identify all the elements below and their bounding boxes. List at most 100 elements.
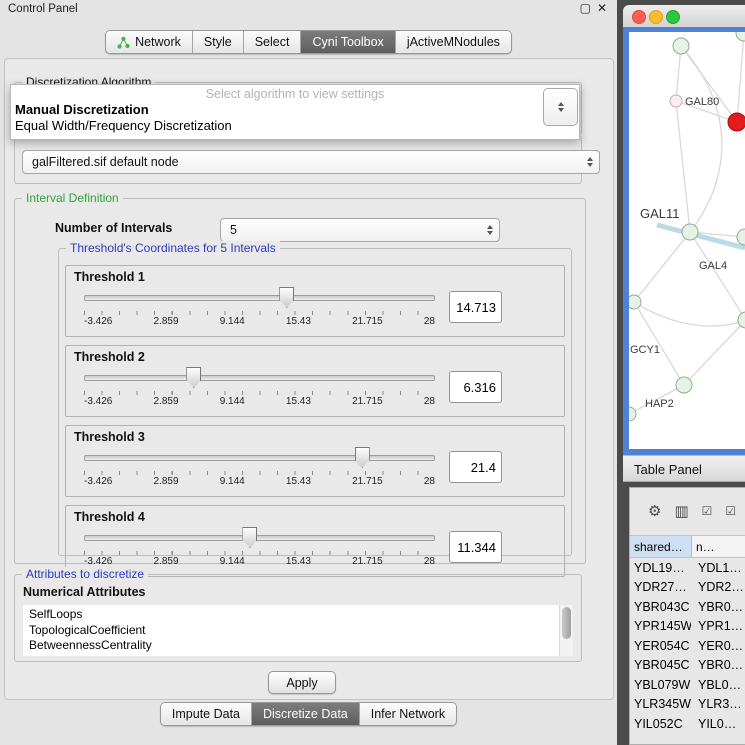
table-cell: YER0… xyxy=(691,636,745,656)
network-canvas[interactable]: GAL80 GAL11 GAL4 GCY1 HAP2 xyxy=(629,32,745,449)
algorithm-combobox[interactable] xyxy=(543,88,578,126)
gear-icon[interactable]: ⚙ xyxy=(648,504,661,519)
tab-label: Impute Data xyxy=(172,707,240,721)
scale-tick-label: -3.426 xyxy=(84,556,112,567)
table-data-combobox[interactable]: galFiltered.sif default node xyxy=(22,150,600,174)
top-tab-row: Network Style Select xyxy=(0,30,617,54)
list-scrollbar[interactable] xyxy=(559,605,573,656)
slider-thumb[interactable] xyxy=(242,527,257,548)
threshold-block: Threshold 2 -3.4262.8599.14415.4321.7152… xyxy=(65,345,565,417)
slider-thumb[interactable] xyxy=(279,287,294,308)
close-window-icon[interactable]: ✕ xyxy=(597,1,607,15)
node[interactable] xyxy=(738,312,745,328)
tab-cyni-toolbox[interactable]: Cyni Toolbox xyxy=(300,31,394,53)
table-row[interactable]: YPR145WYPR1… xyxy=(630,617,745,637)
threshold-slider[interactable]: -3.4262.8599.14415.4321.71528 xyxy=(84,526,435,568)
tab-label: Select xyxy=(255,35,290,49)
minimize-traffic-light[interactable] xyxy=(649,10,663,24)
table-cell: YLR3… xyxy=(691,695,745,715)
table-panel-header: Table Panel xyxy=(623,455,745,482)
network-view-window: GAL80 GAL11 GAL4 GCY1 HAP2 xyxy=(623,5,745,455)
numerical-attributes-label: Numerical Attributes xyxy=(23,585,145,599)
node-gal80[interactable] xyxy=(670,95,682,107)
threshold-value-field[interactable]: 21.4 xyxy=(449,451,502,483)
table-cell: YDR27… xyxy=(630,578,691,598)
tab-impute-data[interactable]: Impute Data xyxy=(161,703,251,725)
control-panel-window: Control Panel ▢ ✕ Network Style xyxy=(0,0,617,745)
node[interactable] xyxy=(673,38,689,54)
column-header-name[interactable]: n… xyxy=(692,536,745,557)
scale-tick-label: 15.43 xyxy=(286,556,311,567)
tab-network[interactable]: Network xyxy=(106,31,192,53)
tab-discretize-data[interactable]: Discretize Data xyxy=(251,703,359,725)
threshold-value-field[interactable]: 11.344 xyxy=(449,531,502,563)
threshold-label: Threshold 2 xyxy=(74,350,556,365)
tab-select[interactable]: Select xyxy=(243,31,301,53)
threshold-value-field[interactable]: 14.713 xyxy=(449,291,502,323)
algorithm-placeholder: Select algorithm to view settings xyxy=(11,87,579,102)
interval-definition-title: Interval Definition xyxy=(22,191,123,205)
apply-button[interactable]: Apply xyxy=(268,671,336,694)
highlighted-edge[interactable] xyxy=(657,225,745,248)
scale-tick-label: 28 xyxy=(424,316,435,327)
table-row[interactable]: YBR045CYBR0… xyxy=(630,656,745,676)
slider-track[interactable] xyxy=(84,375,435,381)
attribute-list-item[interactable]: TopologicalCoefficient xyxy=(29,623,557,639)
slider-scale-labels: -3.4262.8599.14415.4321.71528 xyxy=(84,556,435,567)
columns-icon[interactable]: ▥ xyxy=(674,504,688,519)
table-row[interactable]: YIL052CYIL0… xyxy=(630,714,745,734)
threshold-slider[interactable]: -3.4262.8599.14415.4321.71528 xyxy=(84,286,435,328)
attribute-list-item[interactable]: SelfLoops xyxy=(29,607,557,623)
table-cell: YLR345W xyxy=(630,695,691,715)
close-traffic-light[interactable] xyxy=(632,10,646,24)
zoom-traffic-light[interactable] xyxy=(666,10,680,24)
bottom-tab-bar: Impute Data Discretize Data Infer Networ… xyxy=(160,702,457,726)
table-cell: YPR145W xyxy=(630,617,691,637)
table-row[interactable]: YER054CYER0… xyxy=(630,636,745,656)
table-row[interactable]: YDL19…YDL1… xyxy=(630,558,745,578)
table-row[interactable]: YBL079WYBL0… xyxy=(630,675,745,695)
number-of-intervals-label: Number of Intervals xyxy=(55,221,172,235)
node-gal4[interactable] xyxy=(737,229,745,245)
scale-tick-label: 9.144 xyxy=(220,556,245,567)
slider-ticks xyxy=(84,311,435,315)
float-window-icon[interactable]: ▢ xyxy=(580,1,591,15)
scrollbar-thumb[interactable] xyxy=(562,607,571,639)
dropdown-option-equal-width-frequency[interactable]: Equal Width/Frequency Discretization xyxy=(11,118,579,134)
node-gcy1[interactable] xyxy=(629,295,641,309)
tab-jactivemnodules[interactable]: jActiveMNodules xyxy=(395,31,511,53)
attribute-list-item[interactable]: BetweennessCentrality xyxy=(29,638,557,654)
checkbox-icon[interactable]: ☑ xyxy=(725,504,736,519)
threshold-slider[interactable]: -3.4262.8599.14415.4321.71528 xyxy=(84,446,435,488)
table-row[interactable]: YBR043CYBR0… xyxy=(630,597,745,617)
slider-thumb[interactable] xyxy=(355,447,370,468)
dropdown-option-manual-discretization[interactable]: Manual Discretization xyxy=(11,102,579,118)
slider-scale-labels: -3.4262.8599.14415.4321.71528 xyxy=(84,476,435,487)
table-cell: YIL052C xyxy=(630,714,691,734)
node-label-gal4: GAL4 xyxy=(699,260,727,272)
selected-red-node[interactable] xyxy=(728,113,745,131)
slider-track[interactable] xyxy=(84,295,435,301)
table-row[interactable]: YDR27…YDR2… xyxy=(630,578,745,598)
slider-ticks xyxy=(84,391,435,395)
node-label-gal80: GAL80 xyxy=(685,96,719,108)
thresholds-group: Threshold's Coordinates for 5 Intervals … xyxy=(58,248,572,556)
number-of-intervals-combobox[interactable]: 5 xyxy=(220,218,500,242)
select-all-checkbox-icon[interactable]: ☑ xyxy=(702,504,713,519)
tab-infer-network[interactable]: Infer Network xyxy=(359,703,456,725)
column-header-shared-name[interactable]: shared… xyxy=(630,536,692,557)
node[interactable] xyxy=(629,407,636,421)
node-hap2[interactable] xyxy=(676,377,692,393)
table-cell: YBR0… xyxy=(691,597,745,617)
slider-track[interactable] xyxy=(84,455,435,461)
node-gal11[interactable] xyxy=(682,224,698,240)
tab-style[interactable]: Style xyxy=(192,31,243,53)
slider-thumb[interactable] xyxy=(186,367,201,388)
threshold-value-field[interactable]: 6.316 xyxy=(449,371,502,403)
table-cell: YDR2… xyxy=(691,578,745,598)
threshold-slider[interactable]: -3.4262.8599.14415.4321.71528 xyxy=(84,366,435,408)
node[interactable] xyxy=(736,32,745,41)
scale-tick-label: -3.426 xyxy=(84,316,112,327)
slider-track[interactable] xyxy=(84,535,435,541)
table-row[interactable]: YLR345WYLR3… xyxy=(630,695,745,715)
